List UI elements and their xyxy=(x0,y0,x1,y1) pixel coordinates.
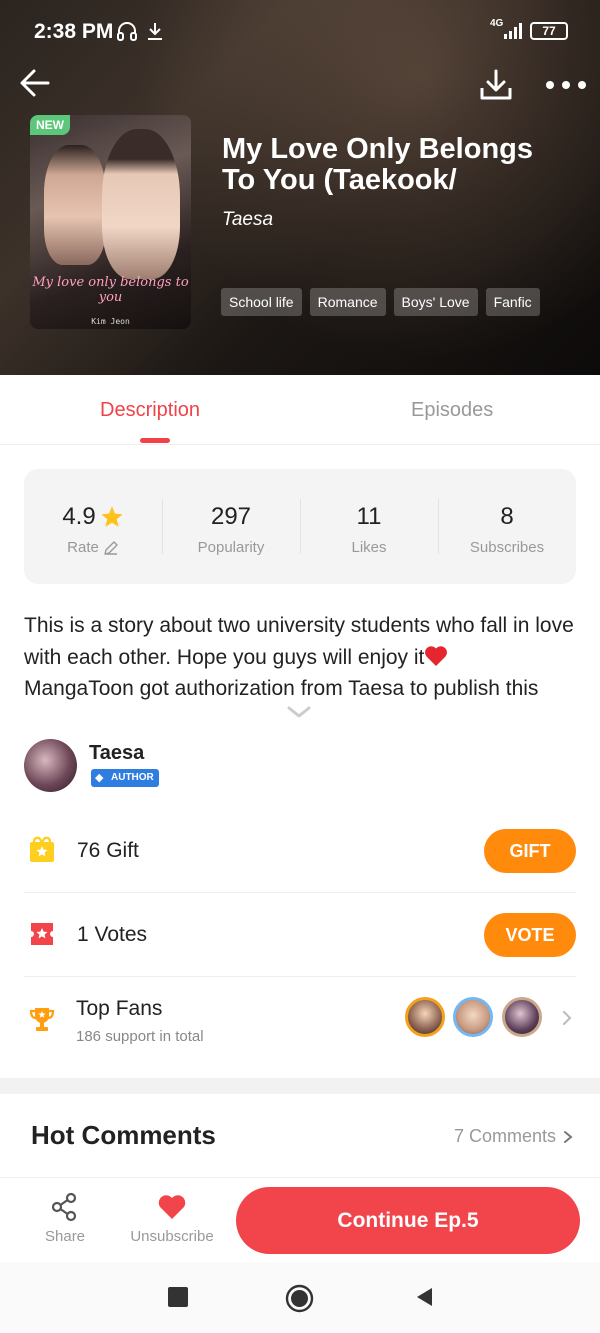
tag-fanfic[interactable]: Fanfic xyxy=(485,288,540,316)
author-name[interactable]: Taesa xyxy=(89,742,144,765)
fan-avatar-1[interactable] xyxy=(405,997,445,1037)
headphones-icon xyxy=(117,22,137,41)
book-cover[interactable]: My love only belongs to you Kim Jeon xyxy=(30,115,191,329)
vote-count: 1 Votes xyxy=(77,923,148,946)
tab-episodes[interactable]: Episodes xyxy=(411,399,493,422)
status-bar: 2:38 PM 4G 77 xyxy=(0,0,600,62)
hot-comments-title: Hot Comments xyxy=(31,1120,216,1150)
tag-list: School life Romance Boys' Love Fanfic xyxy=(221,288,540,316)
fan-avatar-2[interactable] xyxy=(453,997,493,1037)
comments-link[interactable]: 7 Comments xyxy=(454,1126,574,1147)
download-status-icon xyxy=(148,23,162,40)
top-fans-row[interactable]: Top Fans 186 support in total xyxy=(24,977,576,1067)
unsubscribe-button[interactable]: Unsubscribe xyxy=(128,1192,216,1245)
back-arrow-icon[interactable] xyxy=(18,66,52,100)
tag-school-life[interactable]: School life xyxy=(221,288,302,316)
stat-rate[interactable]: 4.9 Rate xyxy=(24,469,162,584)
top-fans-subtitle: 186 support in total xyxy=(76,1028,204,1045)
battery-icon: 77 xyxy=(530,22,568,40)
cover-figure-right xyxy=(102,129,180,279)
vote-row: 1 Votes VOTE xyxy=(24,893,576,977)
cover-author: Kim Jeon xyxy=(91,317,130,326)
rate-value: 4.9 xyxy=(62,503,96,530)
tab-indicator xyxy=(140,438,170,443)
unsubscribe-label: Unsubscribe xyxy=(130,1228,214,1245)
stat-likes: 11 Likes xyxy=(300,469,438,584)
book-author[interactable]: Taesa xyxy=(222,209,273,231)
status-time: 2:38 PM xyxy=(34,20,114,43)
gift-row: 76 Gift GIFT xyxy=(24,809,576,893)
likes-value: 11 xyxy=(356,503,382,530)
subscribes-label: Subscribes xyxy=(469,539,545,556)
system-navigation-bar xyxy=(0,1262,600,1333)
top-fans-title: Top Fans xyxy=(76,997,163,1020)
description-line-1: This is a story about two university stu… xyxy=(24,614,574,669)
tag-boys-love[interactable]: Boys' Love xyxy=(393,288,478,316)
tab-description[interactable]: Description xyxy=(100,399,200,422)
book-header: 2:38 PM 4G 77 My love only belongs to yo… xyxy=(0,0,600,375)
heart-emoji-icon xyxy=(425,645,448,666)
book-title: My Love Only Belongs To You (Taekook/ xyxy=(222,133,533,196)
gift-button[interactable]: GIFT xyxy=(484,829,576,873)
popularity-value: 297 xyxy=(210,503,252,530)
author-avatar[interactable] xyxy=(24,739,77,792)
signal-icon xyxy=(504,23,522,39)
stats-card: 4.9 Rate 297 Popularity 11 Likes 8 Subsc… xyxy=(24,469,576,584)
author-badge: AUTHOR xyxy=(91,769,159,787)
chevron-right-icon xyxy=(564,1130,573,1143)
expand-chevron-icon[interactable] xyxy=(286,702,312,722)
tab-bar: Description Episodes xyxy=(0,375,600,445)
share-button[interactable]: Share xyxy=(45,1192,85,1245)
heart-icon xyxy=(158,1195,186,1219)
rate-label: Rate xyxy=(67,539,99,556)
description-line-2: MangaToon got authorization from Taesa t… xyxy=(24,677,539,700)
trophy-icon xyxy=(29,1008,55,1031)
gift-count: 76 Gift xyxy=(77,839,139,862)
vote-button[interactable]: VOTE xyxy=(484,913,576,957)
stat-subscribes: 8 Subscribes xyxy=(438,469,576,584)
bottom-action-bar: Share Unsubscribe Continue Ep.5 xyxy=(0,1177,600,1262)
new-badge: NEW xyxy=(30,115,70,135)
download-icon[interactable] xyxy=(478,68,514,102)
home-button[interactable] xyxy=(285,1284,314,1313)
share-label: Share xyxy=(45,1228,86,1245)
section-divider xyxy=(0,1078,600,1094)
cover-title: My love only belongs to you xyxy=(32,275,189,305)
chevron-right-icon[interactable] xyxy=(560,1009,574,1027)
popularity-label: Popularity xyxy=(197,539,265,556)
edit-rating-icon[interactable] xyxy=(103,540,119,556)
more-options-icon[interactable] xyxy=(544,70,588,100)
author-row[interactable]: Taesa AUTHOR xyxy=(24,738,576,794)
recents-button[interactable] xyxy=(168,1287,188,1307)
gift-icon xyxy=(30,836,54,862)
stat-popularity: 297 Popularity xyxy=(162,469,300,584)
vote-ticket-icon xyxy=(31,923,53,945)
back-button[interactable] xyxy=(414,1286,434,1308)
description-text: This is a story about two university stu… xyxy=(24,610,584,705)
share-icon xyxy=(51,1192,77,1222)
star-icon xyxy=(101,506,123,527)
fan-avatar-3[interactable] xyxy=(502,997,542,1037)
tag-romance[interactable]: Romance xyxy=(309,288,386,316)
comments-count: 7 Comments xyxy=(453,1126,556,1146)
subscribes-value: 8 xyxy=(500,503,514,530)
likes-label: Likes xyxy=(351,539,387,556)
continue-reading-button[interactable]: Continue Ep.5 xyxy=(236,1187,580,1254)
cover-figure-left xyxy=(44,145,106,265)
